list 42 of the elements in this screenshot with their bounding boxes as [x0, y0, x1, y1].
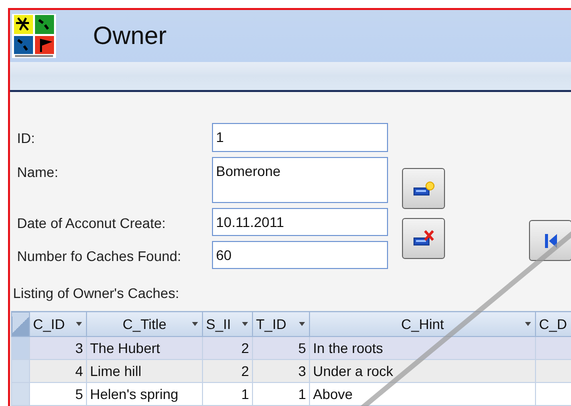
- table-cell: 3: [30, 336, 86, 360]
- new-record-icon: [412, 180, 434, 196]
- column-header[interactable]: C_D: [536, 312, 571, 336]
- dropdown-arrow-icon[interactable]: [242, 322, 248, 326]
- text-field[interactable]: 60: [212, 241, 388, 269]
- table-cell: The Hubert: [86, 336, 202, 360]
- dropdown-arrow-icon[interactable]: [299, 322, 305, 326]
- delete-record-icon: [412, 230, 434, 247]
- column-header[interactable]: C_Title: [86, 312, 202, 336]
- table-cell: 5: [252, 336, 310, 360]
- text-field[interactable]: 10.11.2011: [212, 208, 388, 236]
- table-cell: 4: [30, 360, 86, 382]
- dropdown-arrow-icon[interactable]: [76, 322, 82, 326]
- field-label: Date of Acconut Create:: [17, 214, 167, 233]
- table-cell: 2: [202, 336, 252, 360]
- field-label: ID:: [17, 129, 36, 148]
- table-cell: Helen's spring: [86, 382, 202, 406]
- text-field[interactable]: 1: [212, 123, 388, 152]
- subform-label: Listing of Owner's Caches:: [13, 285, 180, 303]
- text-field[interactable]: Bomerone: [212, 157, 388, 203]
- column-header[interactable]: C_Hint: [310, 312, 536, 336]
- table-cell: 2: [202, 360, 252, 382]
- logo-icon: [12, 14, 56, 58]
- first-record-icon: [544, 234, 556, 248]
- delete-record-button[interactable]: [402, 218, 445, 259]
- dropdown-arrow-icon[interactable]: [525, 322, 531, 326]
- dropdown-arrow-icon[interactable]: [192, 322, 198, 326]
- table-cell: Above: [310, 382, 536, 406]
- table-cell: 5: [30, 382, 86, 406]
- column-header[interactable]: C_ID: [30, 312, 86, 336]
- field-label: Number fo Caches Found:: [17, 247, 182, 266]
- table-cell: 3: [252, 360, 310, 382]
- field-label: Name:: [17, 163, 60, 182]
- column-header[interactable]: T_ID: [252, 312, 310, 336]
- table-cell: In the roots: [310, 336, 536, 360]
- form-title: Owner: [93, 22, 167, 50]
- table-cell: 1: [202, 382, 252, 406]
- new-record-button[interactable]: [402, 168, 445, 209]
- table-cell: 1: [252, 382, 310, 406]
- column-header[interactable]: S_II: [202, 312, 252, 336]
- table-cell: Lime hill: [86, 360, 202, 382]
- table-cell: Under a rock: [310, 360, 536, 382]
